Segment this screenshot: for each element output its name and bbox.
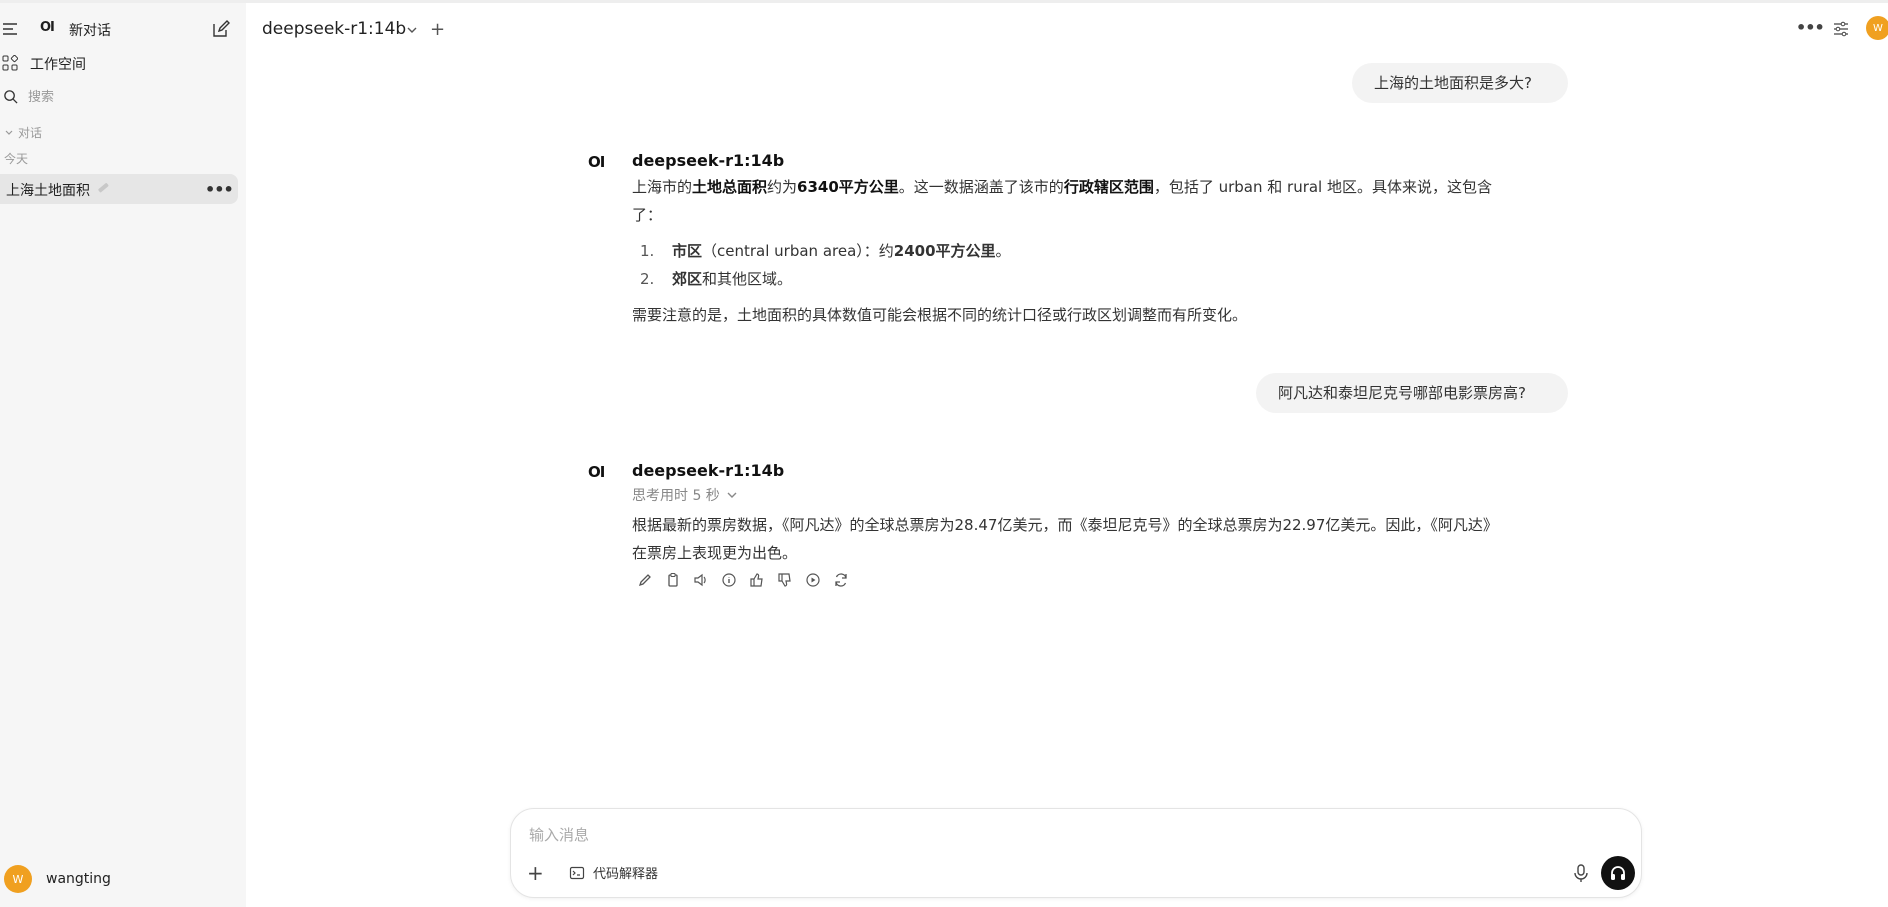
- chat-item[interactable]: 上海土地面积 •••: [0, 174, 238, 204]
- model-selector[interactable]: deepseek-r1:14b: [262, 19, 406, 39]
- assistant-paragraph: 上海市的土地总面积约为6340平方公里。这一数据涵盖了该市的行政辖区范围，包括了…: [632, 178, 1492, 224]
- assistant-logo: OI: [588, 463, 605, 481]
- chat-more-button[interactable]: •••: [205, 180, 234, 199]
- user-message: 上海的土地面积是多大?: [1352, 63, 1568, 103]
- assistant-logo: OI: [588, 153, 605, 171]
- ruler-icon: [98, 183, 109, 193]
- date-group-label: 今天: [4, 152, 29, 166]
- header-avatar[interactable]: W: [1866, 16, 1888, 40]
- play-icon[interactable]: [804, 571, 822, 589]
- chevron-down-icon: [727, 492, 737, 498]
- avatar: W: [4, 865, 32, 893]
- edit-icon[interactable]: [636, 571, 654, 589]
- assistant-paragraph: 根据最新的票房数据，《阿凡达》的全球总票房为28.47亿美元，而《泰坦尼克号》的…: [632, 516, 1498, 562]
- assistant-paragraph: 需要注意的是，土地面积的具体数值可能会根据不同的统计口径或行政区划调整而有所变化…: [632, 306, 1248, 324]
- thumbs-up-icon[interactable]: [748, 571, 766, 589]
- search-bar: [0, 83, 246, 111]
- add-model-button[interactable]: +: [430, 19, 445, 40]
- assistant-name: deepseek-r1:14b: [632, 151, 785, 170]
- terminal-icon: [569, 866, 585, 879]
- chat-header: deepseek-r1:14b + ••• W: [246, 3, 1888, 53]
- thumbs-down-icon[interactable]: [776, 571, 794, 589]
- user-message: 阿凡达和泰坦尼克号哪部电影票房高?: [1256, 373, 1568, 413]
- message-composer: + 代码解释器: [510, 808, 1642, 898]
- speaker-icon[interactable]: [692, 571, 710, 589]
- workspace-label: 工作空间: [30, 57, 86, 73]
- section-toggle[interactable]: 对话: [4, 124, 42, 141]
- copy-icon[interactable]: [664, 571, 682, 589]
- more-options-button[interactable]: •••: [1796, 18, 1825, 37]
- chevron-down-icon[interactable]: [406, 24, 418, 36]
- section-label: 对话: [18, 126, 43, 140]
- app-logo: OI: [40, 20, 55, 35]
- chevron-down-icon: [5, 130, 13, 135]
- attach-button[interactable]: +: [527, 861, 544, 885]
- username: wangting: [46, 871, 111, 887]
- edit-icon[interactable]: [211, 19, 231, 39]
- thinking-label: 思考用时 5 秒: [632, 488, 720, 504]
- sliders-icon[interactable]: [1832, 20, 1850, 38]
- sidebar: OI 新对话 工作空间 对话 今天 上海土地面积 ••• W wangting: [0, 3, 246, 907]
- grid-icon: [2, 55, 18, 71]
- menu-icon[interactable]: [2, 21, 18, 37]
- assistant-name: deepseek-r1:14b: [632, 461, 785, 480]
- search-icon: [4, 90, 18, 104]
- list-item: 1. 市区（central urban area）：约2400平方公里。: [640, 242, 1011, 260]
- sidebar-header: OI 新对话: [0, 14, 246, 44]
- message-input[interactable]: [529, 823, 1529, 847]
- workspace-link[interactable]: 工作空间: [0, 49, 246, 77]
- code-interpreter-toggle[interactable]: 代码解释器: [569, 863, 658, 882]
- user-menu[interactable]: W wangting: [4, 865, 111, 893]
- thinking-toggle[interactable]: 思考用时 5 秒: [632, 485, 738, 505]
- headphones-icon: [1611, 866, 1625, 880]
- microphone-icon[interactable]: [1571, 863, 1591, 883]
- list-item: 2. 郊区和其他区域。: [640, 270, 793, 288]
- chat-item-label: 上海土地面积: [6, 183, 90, 199]
- regenerate-icon[interactable]: [832, 571, 850, 589]
- search-input[interactable]: [28, 87, 228, 107]
- voice-mode-button[interactable]: [1601, 856, 1635, 890]
- info-icon[interactable]: [720, 571, 738, 589]
- message-actions: [636, 571, 850, 589]
- code-interpreter-label: 代码解释器: [593, 867, 659, 882]
- new-chat-button[interactable]: 新对话: [69, 20, 111, 40]
